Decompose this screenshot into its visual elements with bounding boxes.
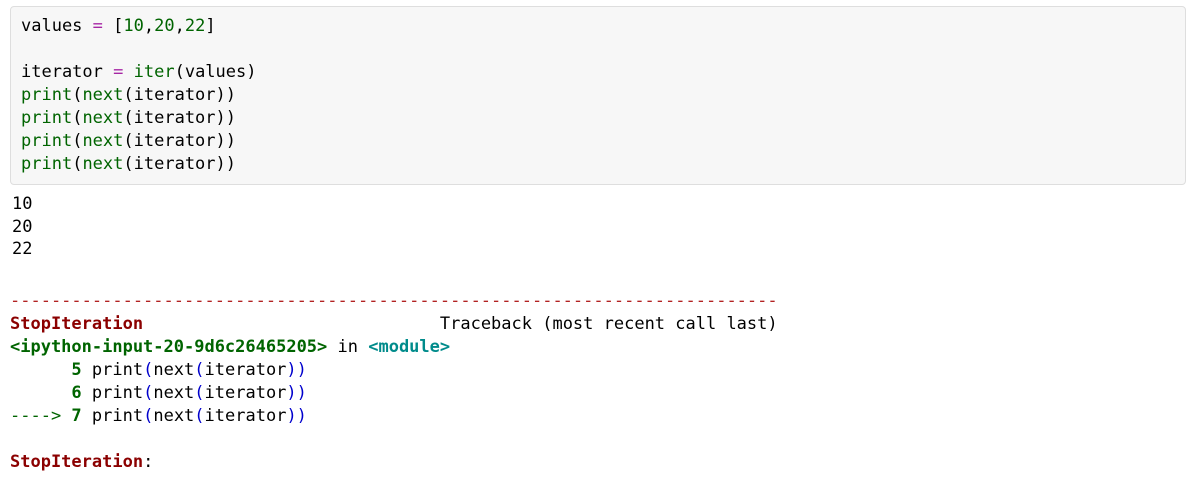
code-token: =	[113, 62, 123, 82]
code-token: iterator	[134, 85, 216, 105]
code-input-cell[interactable]: values = [10,20,22] iterator = iter(valu…	[10, 6, 1186, 185]
code-token: (	[123, 108, 133, 128]
code-token: (	[175, 62, 185, 82]
traceback-text: (	[143, 383, 153, 403]
code-token: )	[226, 154, 236, 174]
traceback-output: ----------------------------------------…	[10, 261, 1186, 473]
traceback-lineno: 6	[10, 383, 82, 403]
traceback-text	[143, 314, 440, 334]
code-token: )	[226, 108, 236, 128]
code-token: next	[82, 154, 123, 174]
output-line: 20	[12, 217, 32, 237]
traceback-text: :	[143, 452, 163, 472]
code-token: ,	[175, 16, 185, 36]
traceback-text: in	[327, 337, 368, 357]
traceback-text: next	[153, 383, 194, 403]
code-token: iterator	[134, 131, 216, 151]
traceback-text: next	[153, 406, 194, 426]
code-token: (	[123, 85, 133, 105]
code-token: print	[21, 131, 72, 151]
code-token: )	[246, 62, 256, 82]
traceback-separator: ----------------------------------------…	[10, 291, 778, 311]
traceback-text: print	[82, 383, 143, 403]
code-token: print	[21, 85, 72, 105]
code-token: )	[216, 85, 226, 105]
code-token: (	[72, 131, 82, 151]
code-token: (	[72, 85, 82, 105]
code-token: [	[113, 16, 123, 36]
code-token	[123, 62, 133, 82]
traceback-text: iterator	[205, 406, 287, 426]
traceback-text: (	[194, 383, 204, 403]
code-token: iter	[134, 62, 175, 82]
traceback-text: (	[194, 360, 204, 380]
traceback-text: (	[194, 406, 204, 426]
code-token: values	[185, 62, 246, 82]
code-token: next	[82, 108, 123, 128]
output-line: 10	[12, 194, 32, 214]
code-token: (	[123, 131, 133, 151]
code-token: 22	[185, 16, 205, 36]
code-token: print	[21, 154, 72, 174]
traceback-text: next	[153, 360, 194, 380]
code-token: iterator	[21, 62, 113, 82]
traceback-text: print	[82, 406, 143, 426]
code-token: (	[72, 154, 82, 174]
traceback-text: ))	[286, 360, 306, 380]
traceback-text: iterator	[205, 360, 287, 380]
traceback-lineno: 7	[71, 406, 81, 426]
code-token: )	[216, 131, 226, 151]
traceback-text: print	[82, 360, 143, 380]
code-token: next	[82, 131, 123, 151]
traceback-text: (	[143, 360, 153, 380]
code-token: )	[216, 154, 226, 174]
traceback-source-ref: <ipython-input-20-9d6c26465205>	[10, 337, 327, 357]
error-name: StopIteration	[10, 314, 143, 334]
output-line: 22	[12, 239, 32, 259]
traceback-text: iterator	[205, 383, 287, 403]
traceback-text: ))	[286, 383, 306, 403]
code-token: print	[21, 108, 72, 128]
traceback-text: ))	[286, 406, 306, 426]
stdout-output: 10 20 22	[10, 185, 1186, 262]
code-token: iterator	[134, 154, 216, 174]
code-token: iterator	[134, 108, 216, 128]
code-token: )	[226, 131, 236, 151]
code-token: )	[216, 108, 226, 128]
code-token: )	[226, 85, 236, 105]
traceback-module: <module>	[368, 337, 450, 357]
traceback-lineno: 5	[10, 360, 82, 380]
code-token: ,	[144, 16, 154, 36]
code-token: 20	[154, 16, 174, 36]
traceback-text: (	[143, 406, 153, 426]
error-name-final: StopIteration	[10, 452, 143, 472]
code-token: 10	[123, 16, 143, 36]
code-token: ]	[205, 16, 215, 36]
notebook-cell: values = [10,20,22] iterator = iter(valu…	[0, 0, 1196, 486]
traceback-text: Traceback (most recent call last)	[440, 314, 778, 334]
code-token: next	[82, 85, 123, 105]
traceback-arrow: ---->	[10, 406, 71, 426]
code-token: =	[93, 16, 103, 36]
code-token	[103, 16, 113, 36]
code-token: (	[123, 154, 133, 174]
code-token: (	[72, 108, 82, 128]
code-token: values	[21, 16, 93, 36]
